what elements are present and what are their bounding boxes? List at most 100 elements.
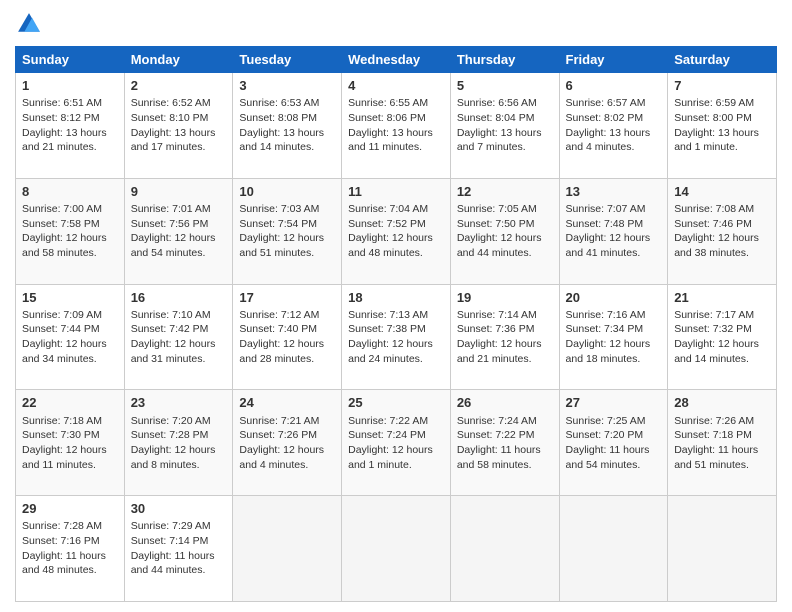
day-detail: Sunset: 7:56 PM: [131, 217, 227, 232]
cell-4-7: 28Sunrise: 7:26 AMSunset: 7:18 PMDayligh…: [668, 390, 777, 496]
day-detail: and 38 minutes.: [674, 246, 770, 261]
day-number: 9: [131, 183, 227, 201]
day-detail: Sunset: 7:14 PM: [131, 534, 227, 549]
day-detail: Daylight: 13 hours: [348, 126, 444, 141]
page: SundayMondayTuesdayWednesdayThursdayFrid…: [0, 0, 792, 612]
cell-2-6: 13Sunrise: 7:07 AMSunset: 7:48 PMDayligh…: [559, 178, 668, 284]
day-detail: Sunset: 7:18 PM: [674, 428, 770, 443]
week-row-4: 22Sunrise: 7:18 AMSunset: 7:30 PMDayligh…: [16, 390, 777, 496]
day-detail: Daylight: 13 hours: [457, 126, 553, 141]
day-detail: and 14 minutes.: [674, 352, 770, 367]
day-detail: Daylight: 12 hours: [566, 231, 662, 246]
cell-1-5: 5Sunrise: 6:56 AMSunset: 8:04 PMDaylight…: [450, 73, 559, 179]
day-detail: Sunset: 7:34 PM: [566, 322, 662, 337]
day-number: 19: [457, 289, 553, 307]
day-detail: Sunset: 8:06 PM: [348, 111, 444, 126]
day-detail: Sunrise: 7:22 AM: [348, 414, 444, 429]
cell-3-1: 15Sunrise: 7:09 AMSunset: 7:44 PMDayligh…: [16, 284, 125, 390]
day-detail: Sunset: 7:30 PM: [22, 428, 118, 443]
cell-2-3: 10Sunrise: 7:03 AMSunset: 7:54 PMDayligh…: [233, 178, 342, 284]
day-number: 15: [22, 289, 118, 307]
day-detail: Daylight: 11 hours: [566, 443, 662, 458]
day-detail: Sunset: 7:52 PM: [348, 217, 444, 232]
day-detail: Sunrise: 6:53 AM: [239, 96, 335, 111]
day-detail: Sunrise: 6:57 AM: [566, 96, 662, 111]
day-number: 3: [239, 77, 335, 95]
day-detail: Daylight: 13 hours: [566, 126, 662, 141]
day-number: 8: [22, 183, 118, 201]
day-detail: and 48 minutes.: [22, 563, 118, 578]
day-detail: Sunrise: 7:25 AM: [566, 414, 662, 429]
day-number: 27: [566, 394, 662, 412]
day-number: 29: [22, 500, 118, 518]
day-detail: and 44 minutes.: [131, 563, 227, 578]
day-number: 26: [457, 394, 553, 412]
calendar-table: SundayMondayTuesdayWednesdayThursdayFrid…: [15, 46, 777, 602]
day-number: 6: [566, 77, 662, 95]
day-detail: Sunset: 7:16 PM: [22, 534, 118, 549]
cell-3-4: 18Sunrise: 7:13 AMSunset: 7:38 PMDayligh…: [342, 284, 451, 390]
day-detail: Sunrise: 6:56 AM: [457, 96, 553, 111]
day-detail: Daylight: 12 hours: [348, 337, 444, 352]
day-detail: Sunrise: 7:21 AM: [239, 414, 335, 429]
cell-5-7: [668, 496, 777, 602]
day-number: 13: [566, 183, 662, 201]
col-header-sunday: Sunday: [16, 47, 125, 73]
cell-3-3: 17Sunrise: 7:12 AMSunset: 7:40 PMDayligh…: [233, 284, 342, 390]
day-detail: and 54 minutes.: [131, 246, 227, 261]
day-detail: Sunrise: 6:51 AM: [22, 96, 118, 111]
day-number: 14: [674, 183, 770, 201]
day-detail: Sunset: 8:02 PM: [566, 111, 662, 126]
day-detail: Sunrise: 7:00 AM: [22, 202, 118, 217]
day-number: 22: [22, 394, 118, 412]
cell-1-1: 1Sunrise: 6:51 AMSunset: 8:12 PMDaylight…: [16, 73, 125, 179]
col-header-wednesday: Wednesday: [342, 47, 451, 73]
cell-2-2: 9Sunrise: 7:01 AMSunset: 7:56 PMDaylight…: [124, 178, 233, 284]
day-detail: Sunrise: 7:14 AM: [457, 308, 553, 323]
day-detail: Daylight: 12 hours: [239, 337, 335, 352]
day-detail: Sunrise: 7:20 AM: [131, 414, 227, 429]
day-detail: Sunset: 7:50 PM: [457, 217, 553, 232]
day-detail: Sunset: 7:46 PM: [674, 217, 770, 232]
day-detail: Daylight: 11 hours: [22, 549, 118, 564]
col-header-monday: Monday: [124, 47, 233, 73]
cell-2-1: 8Sunrise: 7:00 AMSunset: 7:58 PMDaylight…: [16, 178, 125, 284]
cell-2-7: 14Sunrise: 7:08 AMSunset: 7:46 PMDayligh…: [668, 178, 777, 284]
day-detail: Sunset: 8:10 PM: [131, 111, 227, 126]
day-detail: Daylight: 12 hours: [348, 443, 444, 458]
day-detail: Sunset: 7:26 PM: [239, 428, 335, 443]
day-detail: and 17 minutes.: [131, 140, 227, 155]
day-number: 12: [457, 183, 553, 201]
day-detail: and 48 minutes.: [348, 246, 444, 261]
day-detail: Sunset: 7:22 PM: [457, 428, 553, 443]
day-number: 23: [131, 394, 227, 412]
col-header-tuesday: Tuesday: [233, 47, 342, 73]
day-detail: Daylight: 12 hours: [457, 337, 553, 352]
day-detail: Daylight: 12 hours: [22, 443, 118, 458]
day-detail: Daylight: 12 hours: [239, 231, 335, 246]
day-detail: Sunrise: 7:09 AM: [22, 308, 118, 323]
cell-1-3: 3Sunrise: 6:53 AMSunset: 8:08 PMDaylight…: [233, 73, 342, 179]
cell-1-7: 7Sunrise: 6:59 AMSunset: 8:00 PMDaylight…: [668, 73, 777, 179]
day-detail: Sunrise: 7:24 AM: [457, 414, 553, 429]
week-row-3: 15Sunrise: 7:09 AMSunset: 7:44 PMDayligh…: [16, 284, 777, 390]
day-detail: Sunrise: 7:10 AM: [131, 308, 227, 323]
day-detail: Sunset: 7:38 PM: [348, 322, 444, 337]
cell-3-7: 21Sunrise: 7:17 AMSunset: 7:32 PMDayligh…: [668, 284, 777, 390]
cell-4-6: 27 Sunrise: 7:25 AMSunset: 7:20 PMDayligh…: [559, 390, 668, 496]
day-number: 20: [566, 289, 662, 307]
day-detail: and 41 minutes.: [566, 246, 662, 261]
day-number: 10: [239, 183, 335, 201]
day-number: 5: [457, 77, 553, 95]
day-number: 2: [131, 77, 227, 95]
day-detail: Sunset: 7:28 PM: [131, 428, 227, 443]
day-detail: and 58 minutes.: [22, 246, 118, 261]
cell-1-6: 6Sunrise: 6:57 AMSunset: 8:02 PMDaylight…: [559, 73, 668, 179]
day-detail: Daylight: 12 hours: [131, 337, 227, 352]
day-detail: and 44 minutes.: [457, 246, 553, 261]
day-number: 30: [131, 500, 227, 518]
day-detail: and 7 minutes.: [457, 140, 553, 155]
day-detail: Sunset: 7:20 PM: [566, 428, 662, 443]
day-detail: Sunrise: 7:08 AM: [674, 202, 770, 217]
day-detail: Sunset: 7:54 PM: [239, 217, 335, 232]
